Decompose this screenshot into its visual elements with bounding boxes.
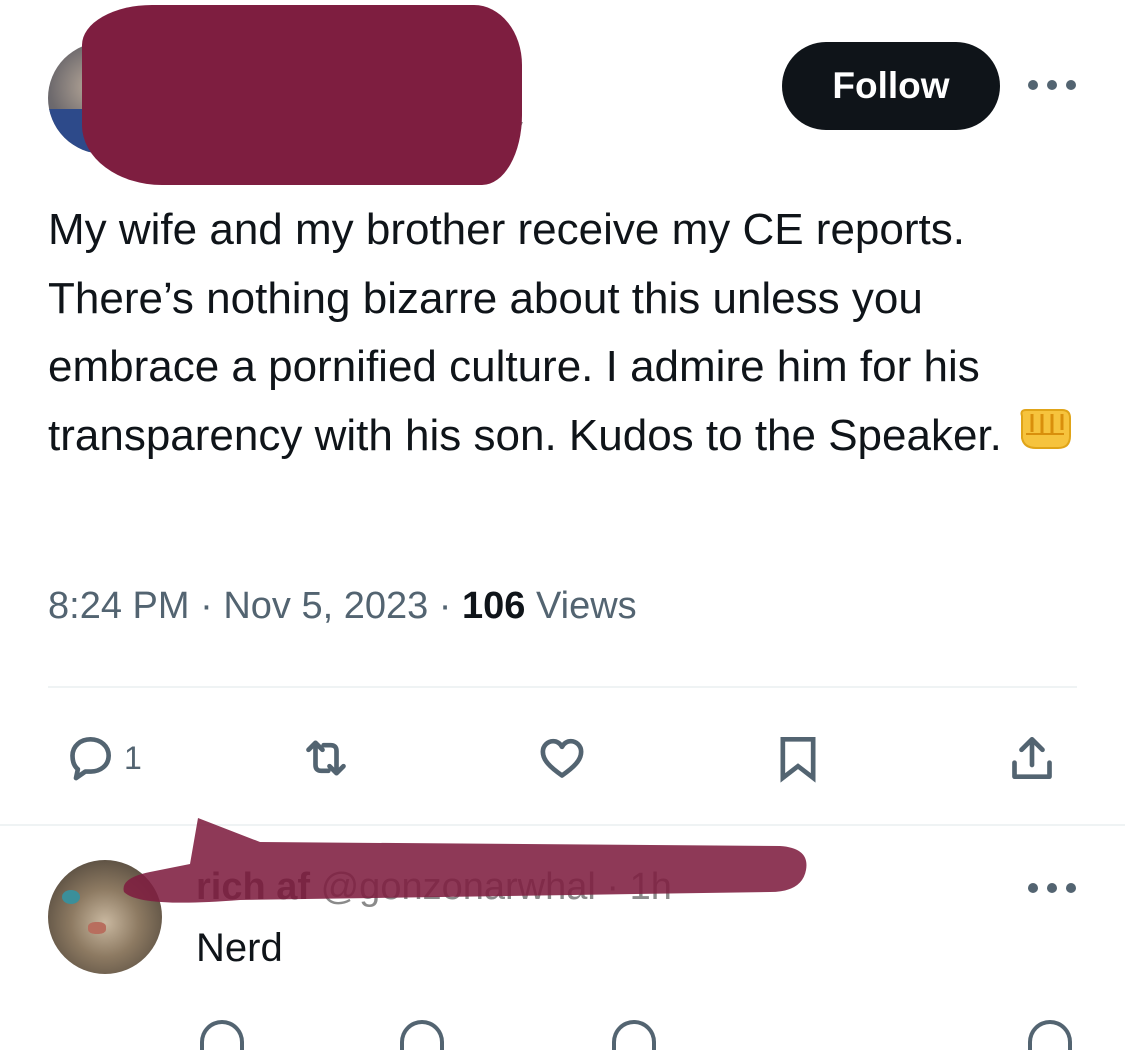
reply-more-options-button[interactable] [1028,878,1076,898]
reply-icon [70,737,111,781]
reply-reply-icon[interactable] [200,1020,244,1050]
reply-text: Nerd [196,926,283,970]
redaction-overlay [82,5,522,185]
oncoming-fist-icon [1016,404,1074,473]
share-button[interactable] [1004,730,1060,786]
avatar-eye [62,890,80,904]
reply-action-bar [0,1015,1125,1050]
more-dot-icon [1028,883,1038,893]
heart-icon [540,738,584,778]
tweet-text-content: My wife and my brother receive my CE rep… [48,205,1002,460]
reply-count: 1 [124,739,142,776]
more-dot-icon [1047,80,1057,90]
meta-separator: · [438,585,452,627]
reply-retweet-icon[interactable] [400,1020,444,1050]
like-button[interactable] [534,730,590,786]
views-count[interactable]: 106 [462,585,525,627]
bookmark-icon [780,737,816,783]
views-label[interactable]: Views [536,585,637,627]
more-options-button[interactable] [1028,75,1076,95]
more-dot-icon [1066,883,1076,893]
follow-button[interactable]: Follow [782,42,1000,130]
tweet-time[interactable]: 8:24 PM [48,585,190,627]
avatar-nose [88,922,106,934]
redaction-overlay [123,818,807,903]
divider [48,686,1077,688]
share-icon [1012,737,1052,779]
retweet-icon [306,740,346,776]
bookmark-button[interactable] [770,730,826,786]
more-dot-icon [1066,80,1076,90]
more-dot-icon [1047,883,1057,893]
tweet-date[interactable]: Nov 5, 2023 [223,585,428,627]
tweet-meta: 8:24 PM · Nov 5, 2023 · 106 Views [48,585,637,628]
meta-separator: · [200,585,213,627]
retweet-button[interactable] [298,730,354,786]
reply-button[interactable]: 1 [62,730,142,786]
reply-heart-icon[interactable] [612,1020,656,1050]
tweet-text: My wife and my brother receive my CE rep… [48,196,1088,472]
reply-share-icon[interactable] [1028,1020,1072,1050]
more-dot-icon [1028,80,1038,90]
